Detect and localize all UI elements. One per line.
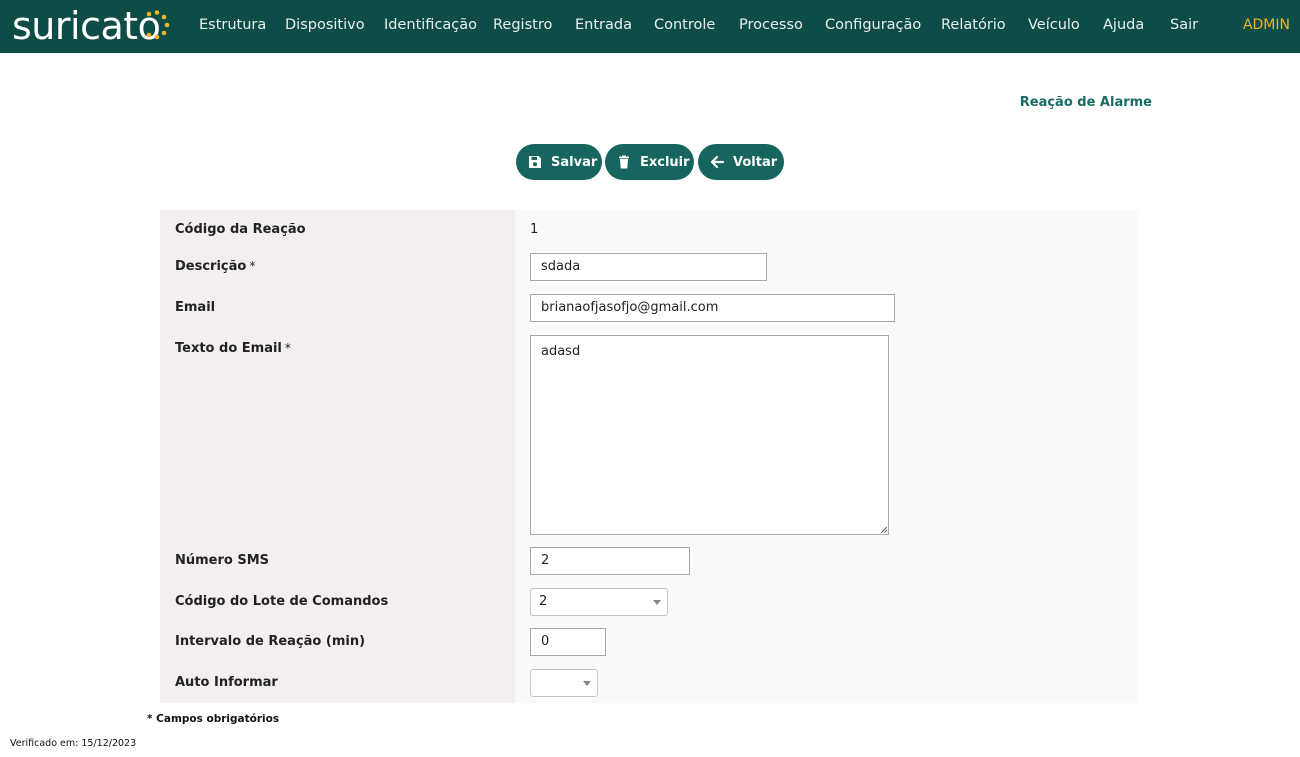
codigo-label: Código da Reação xyxy=(175,222,306,237)
delete-button[interactable]: Excluir xyxy=(605,144,694,180)
arrow-left-icon xyxy=(710,155,724,169)
nav-item-sair[interactable]: Sair xyxy=(1170,17,1198,33)
nav-item-dispositivo[interactable]: Dispositivo xyxy=(285,17,365,33)
lote-comandos-selected: 2 xyxy=(539,594,548,609)
user-admin-link[interactable]: ADMIN xyxy=(1243,17,1290,33)
back-button-label: Voltar xyxy=(733,154,778,170)
page-title: Reação de Alarme xyxy=(1019,95,1152,110)
alarm-reaction-form: Código da Reação 1 Descrição * sdada Emai… xyxy=(160,210,1139,703)
logo-text: suricato xyxy=(12,4,161,48)
numero-sms-label: Número SMS xyxy=(175,553,270,568)
codigo-value: 1 xyxy=(530,222,539,237)
nav-item-configuracao[interactable]: Configuração xyxy=(825,17,921,33)
required-fields-note: * Campos obrigatórios xyxy=(147,713,280,725)
texto-email-textarea[interactable]: adasd xyxy=(530,335,889,535)
auto-informar-select[interactable] xyxy=(530,669,598,697)
verified-date: Verificado em: 15/12/2023 xyxy=(10,738,137,749)
chevron-down-icon xyxy=(653,600,661,605)
numero-sms-input[interactable]: 2 xyxy=(530,547,690,575)
nav-item-controle[interactable]: Controle xyxy=(654,17,715,33)
nav-item-identificacao[interactable]: Identificação xyxy=(384,17,477,33)
save-button-label: Salvar xyxy=(551,154,598,170)
delete-button-label: Excluir xyxy=(640,154,690,170)
resize-grip-icon[interactable] xyxy=(879,525,887,533)
email-label: Email xyxy=(175,300,216,315)
intervalo-input[interactable]: 0 xyxy=(530,628,606,656)
top-navigation-bar: suricato Estrutura Dispositivo Identific… xyxy=(0,0,1300,53)
nav-item-entrada[interactable]: Entrada xyxy=(575,17,632,33)
descricao-input[interactable]: sdada xyxy=(530,253,767,281)
form-label-column xyxy=(160,210,515,703)
chevron-down-icon xyxy=(583,681,591,686)
nav-item-estrutura[interactable]: Estrutura xyxy=(199,17,266,33)
auto-informar-label: Auto Informar xyxy=(175,675,278,690)
email-input[interactable]: brianaofjasofjo@gmail.com xyxy=(530,294,895,322)
nav-item-veiculo[interactable]: Veículo xyxy=(1028,17,1080,33)
texto-email-label-text: Texto do Email xyxy=(175,341,282,356)
descricao-label: Descrição * xyxy=(175,259,255,274)
save-button[interactable]: Salvar xyxy=(516,144,602,180)
trash-icon xyxy=(619,155,629,169)
required-marker: * xyxy=(284,341,291,355)
lote-comandos-label: Código do Lote de Comandos xyxy=(175,594,389,609)
descricao-label-text: Descrição xyxy=(175,259,247,274)
floppy-disk-icon xyxy=(529,156,541,168)
logo-dots-icon xyxy=(146,10,170,40)
intervalo-label: Intervalo de Reação (min) xyxy=(175,634,366,649)
nav-item-registro[interactable]: Registro xyxy=(493,17,552,33)
required-marker: * xyxy=(249,259,256,273)
texto-email-value: adasd xyxy=(541,344,581,359)
nav-item-relatorio[interactable]: Relatório xyxy=(941,17,1006,33)
texto-email-label: Texto do Email * xyxy=(175,341,291,356)
nav-item-ajuda[interactable]: Ajuda xyxy=(1103,17,1144,33)
back-button[interactable]: Voltar xyxy=(698,144,784,180)
lote-comandos-select[interactable]: 2 xyxy=(530,588,668,616)
nav-item-processo[interactable]: Processo xyxy=(739,17,803,33)
